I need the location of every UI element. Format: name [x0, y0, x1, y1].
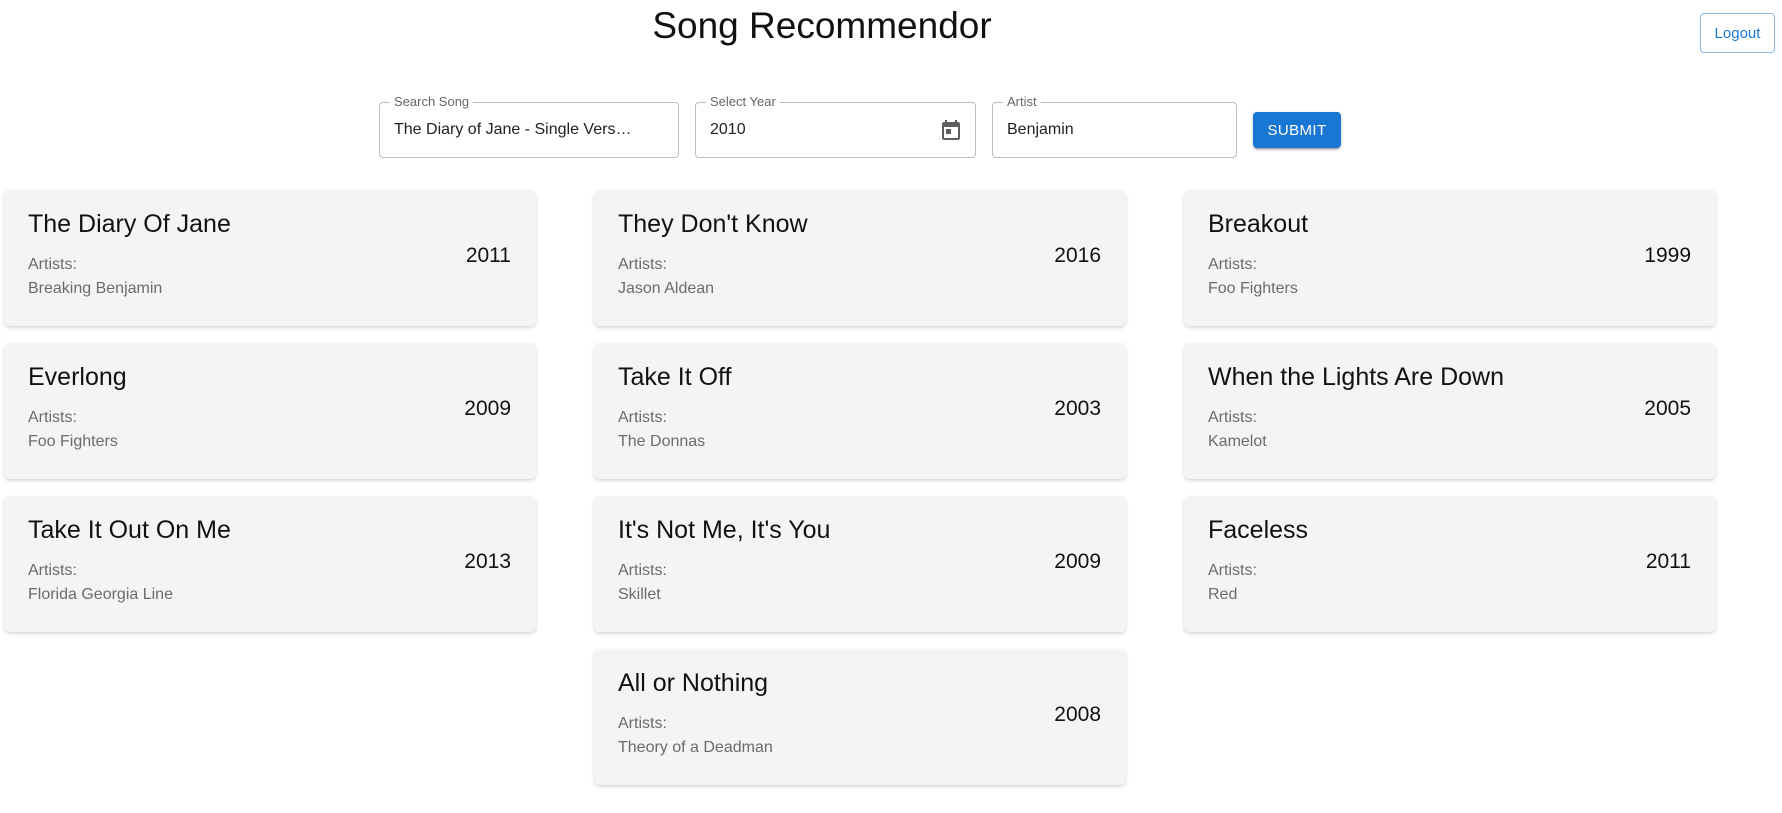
song-card[interactable]: Faceless Artists: Red 2011	[1184, 496, 1716, 632]
song-card[interactable]: Breakout Artists: Foo Fighters 1999	[1184, 190, 1716, 326]
song-title: Breakout	[1208, 210, 1309, 238]
select-year-field[interactable]: Select Year 2010	[695, 94, 976, 158]
artist-name: Jason Aldean	[618, 280, 715, 297]
artists-label: Artists:	[1208, 256, 1257, 273]
song-card[interactable]: It's Not Me, It's You Artists: Skillet 2…	[594, 496, 1126, 632]
artists-label: Artists:	[28, 409, 77, 426]
artist-name: Florida Georgia Line	[28, 586, 173, 603]
song-year: 2016	[1054, 244, 1101, 267]
artist-name: The Donnas	[618, 433, 706, 450]
song-title: Take It Out On Me	[28, 516, 231, 544]
song-year: 2005	[1644, 397, 1691, 420]
artist-name: Red	[1208, 586, 1238, 603]
song-card[interactable]: The Diary Of Jane Artists: Breaking Benj…	[4, 190, 536, 326]
song-title: All or Nothing	[618, 669, 769, 697]
song-year: 2008	[1054, 703, 1101, 726]
logout-button[interactable]: Logout	[1700, 13, 1775, 53]
song-title: It's Not Me, It's You	[618, 516, 831, 544]
artist-name: Kamelot	[1208, 433, 1267, 450]
page-title: Song Recommendor	[652, 5, 992, 46]
artist-name: Foo Fighters	[28, 433, 118, 450]
song-year: 1999	[1644, 244, 1691, 267]
artist-name: Theory of a Deadman	[618, 739, 773, 756]
song-title: They Don't Know	[618, 210, 808, 238]
artist-name: Skillet	[618, 586, 661, 603]
results-grid: The Diary Of Jane Artists: Breaking Benj…	[4, 190, 1716, 785]
song-card[interactable]: Take It Off Artists: The Donnas 2003	[594, 343, 1126, 479]
song-card[interactable]: They Don't Know Artists: Jason Aldean 20…	[594, 190, 1126, 326]
song-title: The Diary Of Jane	[28, 210, 231, 238]
song-year: 2003	[1054, 397, 1101, 420]
song-card[interactable]: Take It Out On Me Artists: Florida Georg…	[4, 496, 536, 632]
artists-label: Artists:	[28, 562, 77, 579]
song-year: 2009	[1054, 550, 1101, 573]
calendar-icon[interactable]	[939, 119, 963, 143]
song-year: 2009	[464, 397, 511, 420]
song-title: Everlong	[28, 363, 127, 391]
artists-label: Artists:	[1208, 562, 1257, 579]
search-song-input[interactable]: The Diary of Jane - Single Vers…	[394, 103, 664, 157]
artist-name: Breaking Benjamin	[28, 280, 163, 297]
song-title: Take It Off	[618, 363, 732, 391]
song-card[interactable]: Everlong Artists: Foo Fighters 2009	[4, 343, 536, 479]
artists-label: Artists:	[618, 562, 667, 579]
artists-label: Artists:	[28, 256, 77, 273]
artist-input[interactable]: Benjamin	[1007, 103, 1074, 157]
song-recommender-page: Song Recommendor Logout Search Song The …	[0, 0, 1782, 813]
artists-label: Artists:	[1208, 409, 1257, 426]
search-song-field[interactable]: Search Song The Diary of Jane - Single V…	[379, 94, 679, 158]
song-title: Faceless	[1208, 516, 1309, 544]
submit-button[interactable]: SUBMIT	[1253, 112, 1341, 148]
song-card[interactable]: All or Nothing Artists: Theory of a Dead…	[594, 649, 1126, 785]
artists-label: Artists:	[618, 256, 667, 273]
song-title: When the Lights Are Down	[1208, 363, 1504, 391]
song-card[interactable]: When the Lights Are Down Artists: Kamelo…	[1184, 343, 1716, 479]
song-year: 2013	[464, 550, 511, 573]
artist-field[interactable]: Artist Benjamin	[992, 94, 1237, 158]
artists-label: Artists:	[618, 715, 667, 732]
artist-name: Foo Fighters	[1208, 280, 1298, 297]
calendar-icon-glyph	[942, 120, 960, 140]
song-year: 2011	[1645, 550, 1691, 573]
artists-label: Artists:	[618, 409, 667, 426]
song-year: 2011	[465, 244, 511, 267]
select-year-input[interactable]: 2010	[710, 103, 746, 157]
